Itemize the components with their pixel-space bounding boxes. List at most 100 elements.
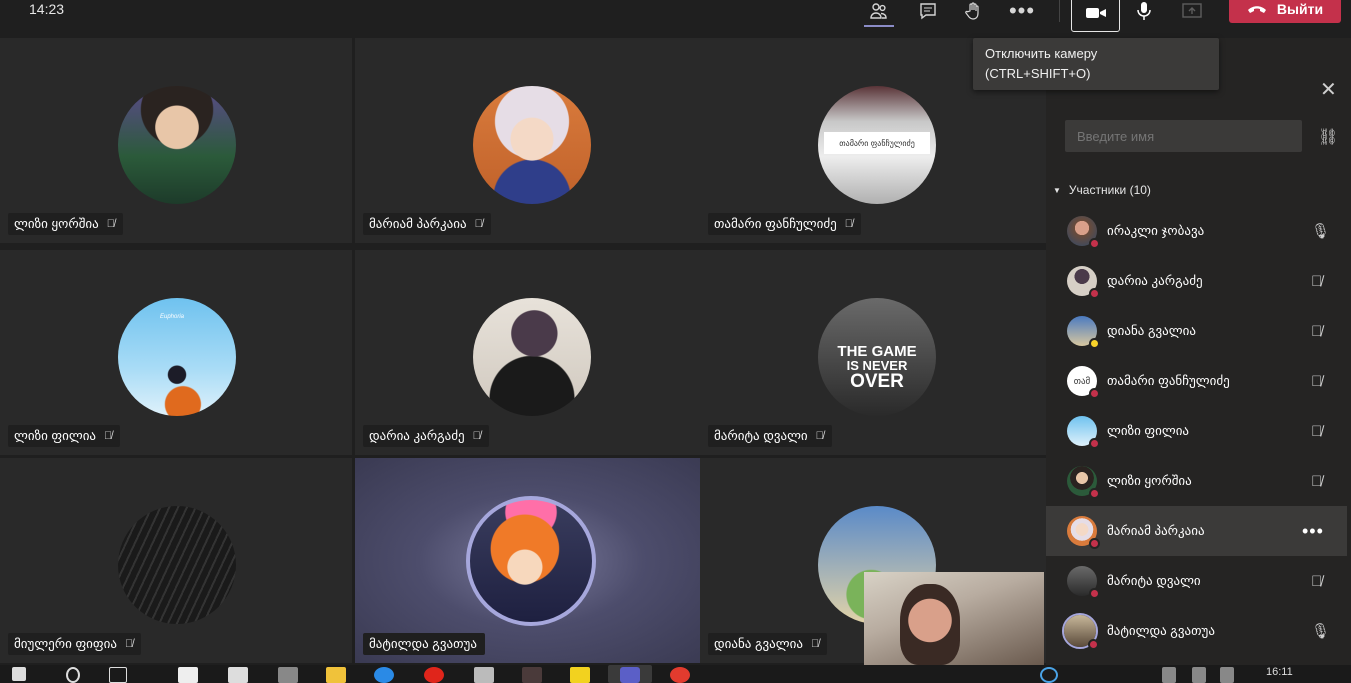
participant-name: ლიზი ყორშია — [14, 216, 99, 231]
toolbar-divider — [1059, 0, 1060, 22]
status-badge — [1089, 438, 1100, 449]
system-clock[interactable]: 16:11 — [1266, 666, 1293, 678]
os-taskbar: 16:11 — [0, 665, 1351, 683]
file-explorer-icon[interactable] — [326, 667, 346, 683]
app-icon[interactable] — [522, 667, 542, 683]
participant-name-tag: დარია კარგაძე 🎙̸ — [363, 425, 489, 447]
volume-icon[interactable] — [1220, 667, 1234, 683]
chrome-icon[interactable] — [670, 667, 690, 683]
participant-name: ლიზი ფილია — [1107, 423, 1190, 438]
participant-row[interactable]: მატილდა გვათუა 🎙 — [1046, 606, 1351, 656]
participant-name: დარია კარგაძე — [369, 428, 465, 443]
participant-avatar — [118, 506, 236, 624]
mic-off-icon: 🎙̸ — [1311, 272, 1323, 290]
app-icon[interactable] — [278, 667, 298, 683]
status-badge — [1089, 538, 1100, 549]
participant-name: ირაკლი ჯობავა — [1107, 223, 1205, 238]
participant-row[interactable]: მარიამ პარკაია ••• — [1046, 506, 1347, 556]
camera-toggle-button[interactable] — [1071, 0, 1120, 32]
tooltip-title: Отключить камеру — [985, 46, 1098, 61]
participants-section-header[interactable]: ▼ Участники (10) — [1053, 183, 1151, 197]
mic-off-icon: 🎙̸ — [1311, 472, 1323, 490]
avatar — [1062, 613, 1099, 650]
tray-icon[interactable] — [1162, 667, 1176, 683]
mic-off-icon: 🎙̸ — [810, 638, 820, 650]
participant-name: ლიზი ფილია — [14, 428, 97, 443]
people-icon — [870, 3, 887, 19]
app-icon[interactable] — [570, 667, 590, 683]
store-icon[interactable] — [474, 667, 494, 683]
participant-avatar — [473, 298, 591, 416]
more-icon: ••• — [1008, 0, 1036, 23]
participants-button[interactable] — [864, 0, 894, 27]
avatar — [1067, 266, 1100, 299]
network-icon[interactable] — [1192, 667, 1206, 683]
participant-search-input[interactable] — [1065, 120, 1302, 152]
participant-tile[interactable]: Euphoria ლიზი ფილია 🎙̸ — [0, 250, 352, 455]
avatar-slogan-line: OVER — [850, 370, 904, 392]
participant-row[interactable]: ირაკლი ჯობავა 🎙 — [1046, 206, 1351, 256]
participant-row[interactable]: დიანა გვალია 🎙̸ — [1046, 306, 1351, 356]
mic-off-icon: 🎙̸ — [815, 430, 824, 442]
teams-icon — [620, 667, 640, 683]
more-actions-button[interactable]: ••• — [1007, 0, 1037, 22]
avatar-name-card: თამარი ფანჩულიძე — [824, 132, 930, 154]
participant-name: მარიამ პარკაია — [1107, 523, 1205, 538]
teams-taskbar-button[interactable] — [608, 665, 652, 683]
tooltip-shortcut: (CTRL+SHIFT+O) — [985, 66, 1091, 81]
share-screen-button[interactable] — [1177, 0, 1207, 22]
participant-avatar — [466, 496, 596, 626]
microphone-icon: 🎙 — [1311, 223, 1331, 240]
avatar-caption: Euphoria — [160, 314, 185, 320]
participant-tile[interactable]: მარიამ პარკაია 🎙̸ — [355, 38, 707, 243]
participant-name: მიულერი ფიფია — [14, 636, 117, 651]
search-icon[interactable] — [66, 667, 80, 683]
mic-toggle-button[interactable] — [1129, 0, 1159, 22]
status-badge — [1089, 488, 1100, 499]
tray-icon[interactable] — [1040, 667, 1058, 683]
participant-row[interactable]: ლიზი ყორშია 🎙̸ — [1046, 456, 1351, 506]
participant-name-tag: დიანა გვალია 🎙̸ — [708, 633, 828, 655]
participant-tile-speaking[interactable]: მატილდა გვათუა — [355, 458, 707, 663]
mic-off-icon: 🎙̸ — [474, 218, 483, 230]
participant-tile[interactable]: მიულერი ფიფია 🎙̸ — [0, 458, 352, 663]
participant-name: მატილდა გვათუა — [369, 636, 477, 651]
participant-name: თამარი ფანჩულიძე — [714, 216, 837, 231]
dropbox-icon[interactable] — [228, 667, 248, 683]
opera-icon[interactable] — [424, 667, 444, 683]
participant-tile[interactable]: THE GAME IS NEVER OVER მარიტა დვალი 🎙̸ — [700, 250, 1052, 455]
edge-icon[interactable] — [374, 667, 394, 683]
video-grid: ლიზი ყორშია 🎙̸ მარიამ პარკაია 🎙̸ თამარი ფა… — [0, 38, 1052, 665]
participant-row[interactable]: მარიტა დვალი 🎙̸ — [1046, 556, 1351, 606]
mic-off-icon: 🎙̸ — [1311, 422, 1323, 440]
participant-tile[interactable]: დარია კარგაძე 🎙̸ — [355, 250, 707, 455]
avatar-slogan-line: IS NEVER — [846, 357, 908, 373]
self-video-face — [900, 584, 960, 665]
mic-off-icon: 🎙̸ — [472, 430, 481, 442]
chat-icon — [920, 3, 936, 20]
participant-row[interactable]: დარია კარგაძე 🎙̸ — [1046, 256, 1351, 306]
leave-button[interactable]: Выйти — [1229, 0, 1341, 23]
participant-name: მარიტა დვალი — [714, 428, 808, 443]
close-panel-button[interactable]: ✕ — [1320, 80, 1337, 100]
more-options-button[interactable]: ••• — [1302, 521, 1324, 542]
close-icon: ✕ — [1320, 79, 1337, 101]
participant-tile[interactable]: ლიზი ყორშია 🎙̸ — [0, 38, 352, 243]
participant-name-tag: მარიტა დვალი 🎙̸ — [708, 425, 832, 447]
link-icon: ⛓ — [1318, 129, 1339, 146]
self-video-preview[interactable] — [864, 572, 1044, 665]
share-invite-button[interactable]: ⛓ — [1318, 127, 1338, 147]
participant-row[interactable]: თამ თამარი ფანჩულიძე 🎙̸ — [1046, 356, 1351, 406]
chevron-down-icon: ▼ — [1053, 185, 1061, 195]
participant-row[interactable]: ლიზი ფილია 🎙̸ — [1046, 406, 1351, 456]
task-view-icon[interactable] — [109, 667, 127, 683]
app-icon[interactable] — [178, 667, 198, 683]
status-badge — [1089, 588, 1100, 599]
mic-off-icon: 🎙̸ — [844, 218, 854, 230]
participant-name: თამარი ფანჩულიძე — [1107, 373, 1230, 388]
raise-hand-button[interactable] — [959, 0, 989, 22]
chat-button[interactable] — [913, 0, 943, 22]
status-badge — [1088, 639, 1099, 650]
participant-name-tag: მარიამ პარკაია 🎙̸ — [363, 213, 491, 235]
windows-start-icon[interactable] — [12, 667, 26, 681]
